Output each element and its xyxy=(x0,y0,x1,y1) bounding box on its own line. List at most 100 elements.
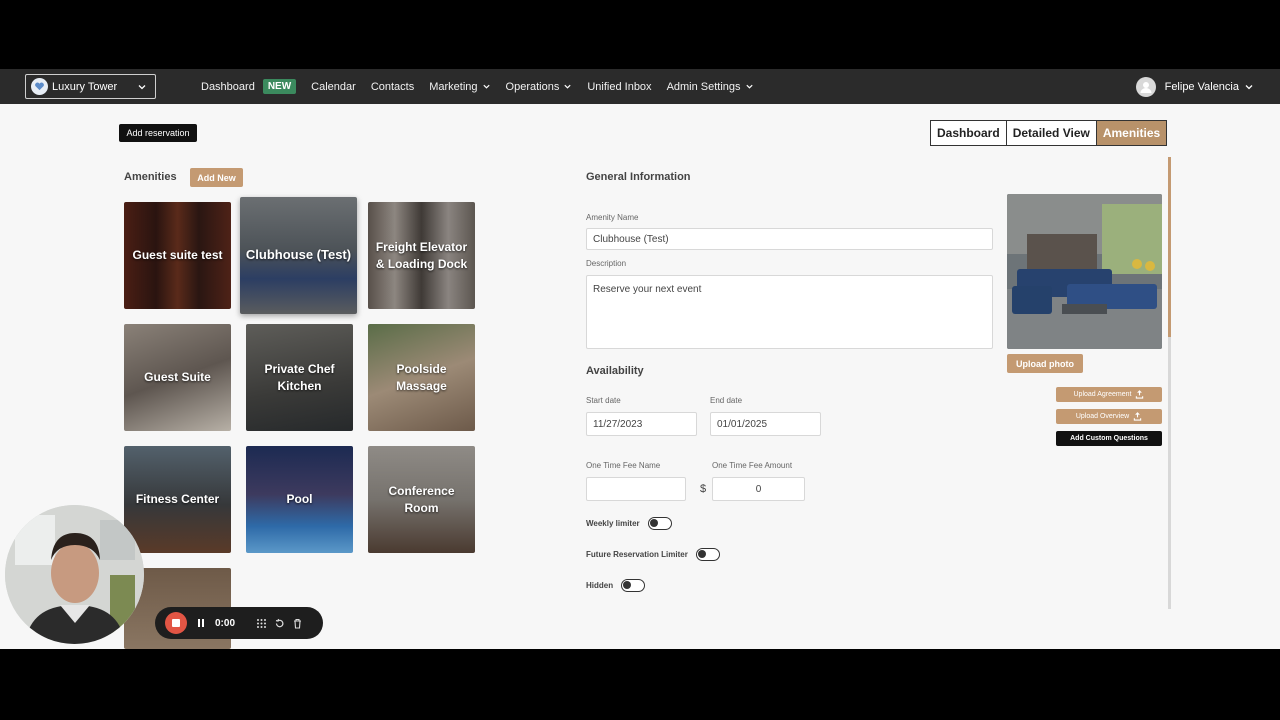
amenity-tile-guest-suite[interactable]: Guest Suite xyxy=(124,324,231,431)
chevron-down-icon xyxy=(1245,84,1253,89)
description-textarea[interactable]: Reserve your next event xyxy=(586,275,993,349)
amenity-tile-guest-suite-test[interactable]: Guest suite test xyxy=(124,202,231,309)
start-date-field[interactable]: 11/27/2023 xyxy=(586,412,697,436)
end-date-label: End date xyxy=(710,396,743,405)
upload-icon xyxy=(1136,390,1144,399)
chevron-down-icon xyxy=(138,85,146,90)
main-nav: Dashboard NEW Calendar Contacts Marketin… xyxy=(201,69,769,104)
description-label: Description xyxy=(586,259,627,268)
nav-operations[interactable]: Operations xyxy=(506,81,573,93)
amenity-tile-label: Guest suite test xyxy=(132,248,223,263)
new-badge: NEW xyxy=(262,79,297,94)
amenity-tile-label: Poolside Massage xyxy=(396,361,447,393)
nav-calendar-label: Calendar xyxy=(311,80,356,93)
webcam-bubble[interactable] xyxy=(5,505,144,644)
recording-timer: 0:00 xyxy=(215,617,236,629)
amenity-tile-label: Freight Elevator & Loading Dock xyxy=(375,239,468,271)
nav-dashboard-label: Dashboard xyxy=(201,80,255,93)
nav-operations-label: Operations xyxy=(505,80,560,93)
app-window: Luxury Tower Dashboard NEW Calendar Cont… xyxy=(0,69,1280,649)
tab-amenities[interactable]: Amenities xyxy=(1096,121,1167,145)
tab-dashboard[interactable]: Dashboard xyxy=(931,121,1007,145)
nav-contacts[interactable]: Contacts xyxy=(371,81,414,93)
add-new-amenity-button[interactable]: Add New xyxy=(190,168,243,187)
screen-frame: Luxury Tower Dashboard NEW Calendar Cont… xyxy=(0,0,1280,720)
amenity-tile-label: Pool xyxy=(286,492,313,507)
scrollbar-thumb[interactable] xyxy=(1168,157,1171,337)
grid-button[interactable] xyxy=(256,618,267,629)
hidden-toggle[interactable] xyxy=(621,579,646,592)
amenities-heading: Amenities xyxy=(124,171,177,183)
future-limiter-toggle[interactable] xyxy=(695,548,720,561)
end-date-field[interactable]: 01/01/2025 xyxy=(710,412,821,436)
nav-calendar[interactable]: Calendar xyxy=(311,81,356,93)
delete-button[interactable] xyxy=(292,618,303,629)
general-information-heading: General Information xyxy=(586,171,691,183)
user-name: Felipe Valencia xyxy=(1164,80,1239,93)
add-custom-questions-button[interactable]: Add Custom Questions xyxy=(1056,431,1162,446)
chevron-down-icon xyxy=(564,84,571,89)
pause-icon xyxy=(198,619,204,627)
top-navbar: Luxury Tower Dashboard NEW Calendar Cont… xyxy=(0,69,1280,104)
fee-name-field[interactable] xyxy=(586,477,686,501)
nav-admin-settings[interactable]: Admin Settings xyxy=(667,81,754,93)
user-menu[interactable]: Felipe Valencia xyxy=(1135,69,1254,104)
restart-icon xyxy=(275,618,284,627)
upload-icon xyxy=(1133,412,1142,421)
upload-agreement-button[interactable]: Upload Agreement xyxy=(1056,387,1162,402)
restart-button[interactable] xyxy=(274,618,285,629)
grid-icon xyxy=(257,618,267,628)
amenity-tile-clubhouse[interactable]: Clubhouse (Test) xyxy=(240,197,357,314)
trash-icon xyxy=(294,618,302,629)
amenity-tile-label: Conference Room xyxy=(388,483,455,515)
description-text: Reserve your next event xyxy=(593,284,702,295)
amenity-tile-label: Clubhouse (Test) xyxy=(245,247,352,263)
property-name: Luxury Tower xyxy=(52,80,118,93)
upload-agreement-label: Upload Agreement xyxy=(1073,391,1132,398)
availability-heading: Availability xyxy=(586,365,644,377)
hidden-label: Hidden xyxy=(586,581,614,590)
amenity-tile-label: Private Chef Kitchen xyxy=(264,361,335,393)
fee-amount-label: One Time Fee Amount xyxy=(712,461,793,470)
amenity-tile-pool[interactable]: Pool xyxy=(246,446,353,553)
pause-button[interactable] xyxy=(196,618,206,628)
chevron-down-icon xyxy=(482,84,490,89)
weekly-limiter-label: Weekly limiter xyxy=(586,519,640,528)
fee-name-label: One Time Fee Name xyxy=(586,461,661,470)
amenity-tile-fitness-center[interactable]: Fitness Center xyxy=(124,446,231,553)
amenity-photo xyxy=(1007,194,1162,349)
amenity-tile-private-chef-kitchen[interactable]: Private Chef Kitchen xyxy=(246,324,353,431)
upload-photo-button[interactable]: Upload photo xyxy=(1007,354,1083,373)
nav-marketing-label: Marketing xyxy=(429,80,478,93)
property-selector[interactable]: Luxury Tower xyxy=(25,74,156,99)
start-date-label: Start date xyxy=(586,396,621,405)
view-tabs: Dashboard Detailed View Amenities xyxy=(930,120,1168,146)
amenity-tile-label: Fitness Center xyxy=(135,492,220,507)
amenity-name-field[interactable]: Clubhouse (Test) xyxy=(586,228,993,250)
stop-recording-button[interactable] xyxy=(165,612,187,634)
amenity-tile-freight-elevator[interactable]: Freight Elevator & Loading Dock xyxy=(368,202,475,309)
nav-unified-inbox[interactable]: Unified Inbox xyxy=(587,81,651,93)
nav-marketing[interactable]: Marketing xyxy=(429,81,490,93)
nav-admin-settings-label: Admin Settings xyxy=(666,80,741,93)
amenity-tile-poolside-massage[interactable]: Poolside Massage xyxy=(368,324,475,431)
upload-overview-button[interactable]: Upload Overview xyxy=(1056,409,1162,424)
amenity-tile-conference-room[interactable]: Conference Room xyxy=(368,446,475,553)
currency-symbol: $ xyxy=(700,483,707,495)
tab-detailed-view[interactable]: Detailed View xyxy=(1006,121,1097,145)
nav-contacts-label: Contacts xyxy=(370,80,415,93)
upload-overview-label: Upload Overview xyxy=(1075,413,1130,420)
future-limiter-label: Future Reservation Limiter xyxy=(586,550,688,559)
fee-amount-field[interactable]: 0 xyxy=(712,477,805,501)
chevron-down-icon xyxy=(745,84,753,89)
weekly-limiter-row: Weekly limiter xyxy=(586,517,672,530)
avatar xyxy=(1135,76,1156,97)
amenity-name-label: Amenity Name xyxy=(586,213,639,222)
nav-dashboard[interactable]: Dashboard NEW xyxy=(201,79,297,94)
weekly-limiter-toggle[interactable] xyxy=(647,517,672,530)
nav-unified-inbox-label: Unified Inbox xyxy=(587,80,652,93)
hidden-row: Hidden xyxy=(586,579,646,592)
amenity-tile-label: Guest Suite xyxy=(144,370,211,385)
future-limiter-row: Future Reservation Limiter xyxy=(586,548,720,561)
add-reservation-button[interactable]: Add reservation xyxy=(119,124,197,142)
